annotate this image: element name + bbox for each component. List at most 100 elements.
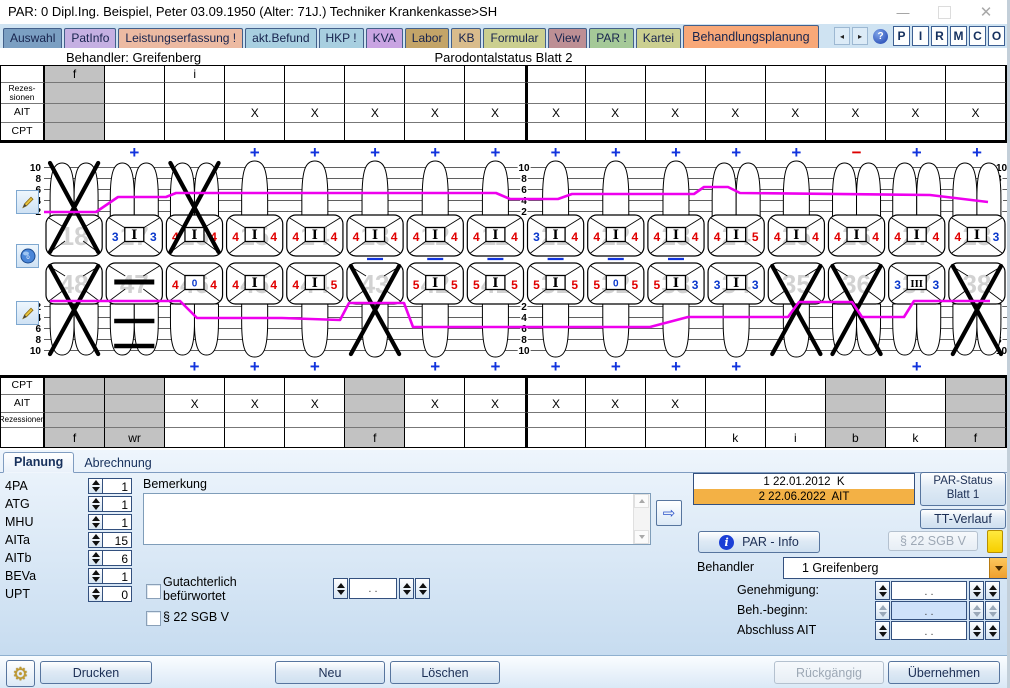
tab-hkp[interactable]: HKP ! bbox=[319, 28, 364, 48]
spinner-up-icon[interactable] bbox=[92, 516, 100, 521]
tooth-21[interactable]: 21I34+ bbox=[528, 144, 584, 259]
tooth-16[interactable]: 16I44 bbox=[166, 163, 222, 256]
cell-status-26[interactable] bbox=[826, 66, 886, 83]
cell-rez-24[interactable] bbox=[706, 83, 766, 104]
note-icon-button[interactable] bbox=[987, 530, 1003, 553]
tooth-41[interactable]: 41I55+ bbox=[467, 263, 523, 375]
tooth-34[interactable]: 34I33+ bbox=[708, 263, 764, 375]
cell-rez-23[interactable] bbox=[646, 83, 706, 104]
cell-status-35[interactable]: i bbox=[766, 428, 826, 447]
history-item[interactable]: 2 22.06.2022 AIT bbox=[694, 489, 914, 504]
tooth-12[interactable]: 12I44+ bbox=[407, 144, 463, 259]
cell-status-46[interactable] bbox=[165, 428, 225, 447]
date-field[interactable]: . . bbox=[891, 601, 967, 620]
tab-akt-befund[interactable]: akt.Befund bbox=[245, 28, 316, 48]
tooth-35[interactable]: 35 bbox=[768, 263, 824, 357]
spinner-aitb[interactable] bbox=[88, 550, 103, 566]
tt-verlauf-button[interactable]: TT-Verlauf bbox=[920, 509, 1006, 529]
spinner-down-icon[interactable] bbox=[92, 559, 100, 564]
close-button[interactable]: ✕ bbox=[977, 3, 995, 21]
cell-ait-27[interactable]: X bbox=[886, 104, 946, 123]
date-spinner[interactable] bbox=[985, 581, 1000, 600]
cell-rez-25[interactable] bbox=[766, 83, 826, 104]
spinner-up-icon[interactable] bbox=[92, 588, 100, 593]
cell-cpt-15[interactable] bbox=[225, 123, 285, 140]
par-info-button[interactable]: i PAR - Info bbox=[698, 531, 820, 553]
cell-rez-11[interactable] bbox=[465, 83, 525, 104]
neu-button[interactable]: Neu bbox=[275, 661, 385, 684]
bernehmen-button[interactable]: Übernehmen bbox=[888, 661, 1000, 684]
cell-status-25[interactable] bbox=[766, 66, 826, 83]
cell-cpt-25[interactable] bbox=[766, 123, 826, 140]
cell-cpt-32[interactable] bbox=[586, 378, 646, 395]
cell-ait-11[interactable]: X bbox=[465, 104, 525, 123]
tab-auswahl[interactable]: Auswahl bbox=[3, 28, 62, 48]
cell-rez-44[interactable] bbox=[285, 413, 345, 428]
cell-cpt-17[interactable] bbox=[105, 123, 165, 140]
spinner-up-icon[interactable] bbox=[989, 625, 997, 630]
cell-rez-15[interactable] bbox=[225, 83, 285, 104]
cell-ait-37[interactable] bbox=[886, 395, 946, 413]
cell-ait-43[interactable] bbox=[345, 395, 405, 413]
cell-rez-21[interactable] bbox=[526, 83, 586, 104]
toolbar-letter-o[interactable]: O bbox=[988, 26, 1005, 46]
cell-ait-38[interactable] bbox=[946, 395, 1006, 413]
date-spinner[interactable] bbox=[969, 621, 984, 640]
date-field[interactable]: . . bbox=[891, 621, 967, 640]
spinner-aita[interactable] bbox=[88, 532, 103, 548]
cell-status-17[interactable] bbox=[105, 66, 165, 83]
spinner-up-icon[interactable] bbox=[419, 583, 427, 588]
field-value-aita[interactable]: 15 bbox=[103, 532, 132, 548]
cell-ait-21[interactable]: X bbox=[526, 104, 586, 123]
sphere-tool-button[interactable]: o bbox=[16, 244, 39, 268]
field-value-aitb[interactable]: 6 bbox=[103, 550, 132, 566]
cell-ait-17[interactable] bbox=[105, 104, 165, 123]
cell-status-42[interactable] bbox=[405, 428, 465, 447]
sgb22-checkbox[interactable] bbox=[146, 611, 161, 626]
spinner-down-icon[interactable] bbox=[92, 595, 100, 600]
cell-cpt-47[interactable] bbox=[105, 378, 165, 395]
spinner-up-icon[interactable] bbox=[973, 625, 981, 630]
tooth-31[interactable]: 31I55+ bbox=[528, 263, 584, 375]
bemerkung-scrollbar[interactable] bbox=[633, 494, 650, 544]
cell-rez-22[interactable] bbox=[586, 83, 646, 104]
settings-gear-button[interactable]: ⚙ bbox=[6, 660, 35, 687]
cell-cpt-45[interactable] bbox=[225, 378, 285, 395]
date-spinner[interactable] bbox=[985, 601, 1000, 620]
tab-kva[interactable]: KVA bbox=[366, 28, 403, 48]
tooth-13[interactable]: 13I44+ bbox=[347, 144, 403, 259]
tab-kb[interactable]: KB bbox=[451, 28, 481, 48]
spinner-up-icon[interactable] bbox=[973, 585, 981, 590]
cell-status-15[interactable] bbox=[225, 66, 285, 83]
cell-rez-14[interactable] bbox=[285, 83, 345, 104]
tooth-27[interactable]: 27I44+ bbox=[889, 144, 945, 256]
cell-rez-36[interactable] bbox=[826, 413, 886, 428]
spinner-up-icon[interactable] bbox=[403, 583, 411, 588]
field-value-4pa[interactable]: 1 bbox=[103, 478, 132, 494]
tooth-48[interactable]: 48 bbox=[46, 263, 102, 355]
toolbar-letter-i[interactable]: I bbox=[912, 26, 929, 46]
cell-status-38[interactable]: f bbox=[946, 428, 1006, 447]
tab-scroll-right[interactable]: ▸ bbox=[852, 27, 868, 45]
cell-ait-47[interactable] bbox=[105, 395, 165, 413]
toolbar-letter-p[interactable]: P bbox=[893, 26, 910, 46]
cell-status-13[interactable] bbox=[345, 66, 405, 83]
tab-leistungserfassung[interactable]: Leistungserfassung ! bbox=[118, 28, 243, 48]
cell-cpt-22[interactable] bbox=[586, 123, 646, 140]
spinner-down-icon[interactable] bbox=[989, 612, 997, 617]
minimize-button[interactable]: — bbox=[894, 5, 912, 20]
tooth-26[interactable]: 26I44− bbox=[828, 144, 884, 256]
cell-ait-13[interactable]: X bbox=[345, 104, 405, 123]
cell-cpt-37[interactable] bbox=[886, 378, 946, 395]
cell-status-12[interactable] bbox=[405, 66, 465, 83]
dropdown-arrow-button[interactable] bbox=[989, 558, 1007, 578]
spinner-up-icon[interactable] bbox=[92, 498, 100, 503]
cell-rez-45[interactable] bbox=[225, 413, 285, 428]
scroll-down-icon[interactable] bbox=[634, 530, 649, 544]
cell-ait-34[interactable] bbox=[706, 395, 766, 413]
behandler-select[interactable]: 1 Greifenberg bbox=[783, 557, 1008, 579]
field-value-upt[interactable]: 0 bbox=[103, 586, 132, 602]
maximize-button[interactable] bbox=[938, 6, 951, 19]
cell-rez-35[interactable] bbox=[766, 413, 826, 428]
spinner-down-icon[interactable] bbox=[989, 592, 997, 597]
